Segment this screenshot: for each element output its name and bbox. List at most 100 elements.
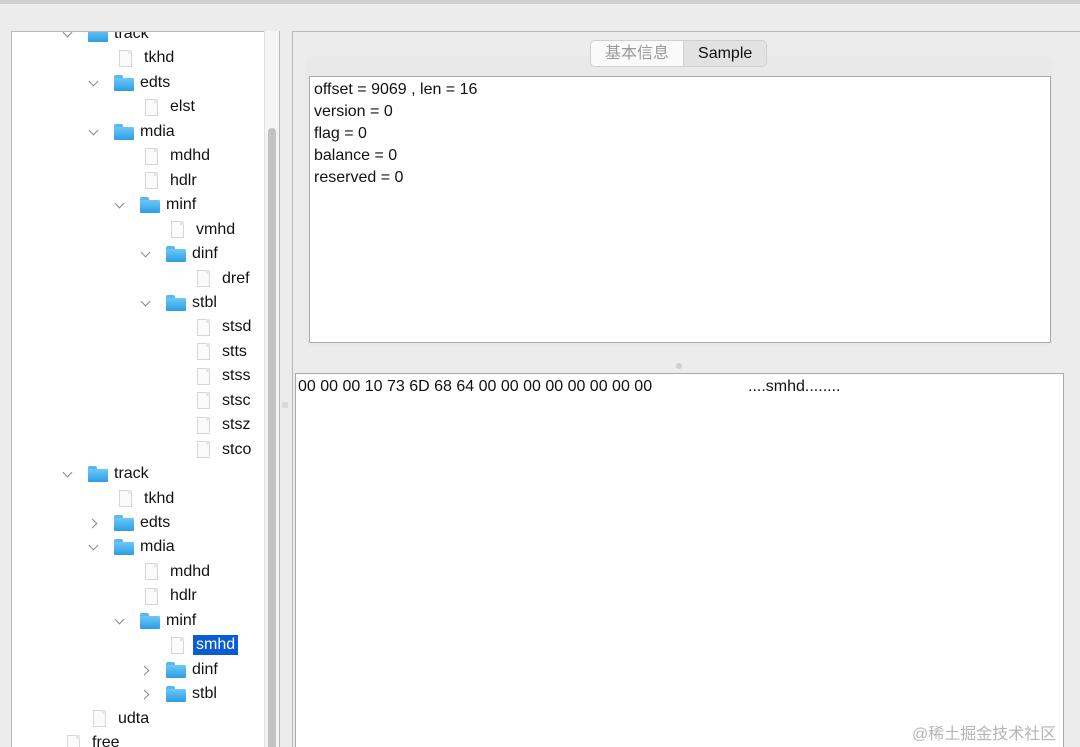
tree-node-label: mdhd bbox=[170, 562, 211, 580]
tree-node-label: mdia bbox=[140, 538, 175, 556]
tree-node[interactable]: mdia bbox=[88, 120, 175, 144]
chevron-down-icon[interactable] bbox=[88, 126, 100, 138]
tree-node[interactable]: dinf bbox=[140, 242, 218, 266]
tree-node[interactable]: stbl bbox=[140, 291, 217, 315]
file-icon bbox=[145, 563, 158, 581]
info-line-flag: flag = 0 bbox=[314, 125, 367, 142]
tree-node[interactable]: elst bbox=[145, 95, 195, 119]
tree-node[interactable]: tkhd bbox=[119, 46, 174, 70]
tree-scrollbar[interactable] bbox=[264, 31, 279, 747]
folder-icon bbox=[88, 32, 108, 42]
chevron-down-icon[interactable] bbox=[88, 77, 100, 89]
chevron-down-icon[interactable] bbox=[88, 541, 100, 553]
folder-icon bbox=[114, 74, 134, 91]
hex-ascii: ....smhd........ bbox=[748, 378, 841, 395]
tree-node[interactable]: track bbox=[62, 32, 149, 46]
file-icon bbox=[145, 147, 158, 165]
tree-node[interactable]: edts bbox=[88, 71, 170, 95]
folder-icon bbox=[166, 686, 186, 703]
tree-node[interactable]: dref bbox=[197, 267, 250, 291]
tree-node-label: dref bbox=[222, 269, 250, 287]
file-icon bbox=[197, 270, 210, 287]
chevron-down-icon[interactable] bbox=[140, 248, 152, 260]
tree-node[interactable]: edts bbox=[88, 511, 170, 535]
app-window: track tkhd edts elst mdia mdhd hdlr minf vmhd din… bbox=[0, 0, 1080, 747]
tab-basic-info[interactable]: 基本信息 bbox=[591, 41, 685, 66]
tree-node[interactable]: stbl bbox=[140, 682, 217, 706]
info-line-reserved: reserved = 0 bbox=[314, 169, 404, 186]
tree-node[interactable]: hdlr bbox=[145, 169, 197, 193]
tree-node[interactable]: smhd bbox=[171, 633, 239, 657]
tree-node-label: dinf bbox=[192, 245, 218, 263]
tree-node-label: stss bbox=[222, 367, 251, 385]
file-icon bbox=[197, 367, 210, 385]
info-line-offset: offset = 9069 , len = 16 bbox=[314, 81, 478, 98]
info-text-area[interactable]: offset = 9069 , len = 16 version = 0 fla… bbox=[309, 76, 1051, 343]
file-icon bbox=[93, 710, 106, 728]
tree-node[interactable]: stsd bbox=[197, 315, 251, 339]
folder-icon bbox=[140, 197, 160, 214]
tree-node[interactable]: tkhd bbox=[119, 487, 174, 511]
tree-node-label: udta bbox=[118, 709, 150, 727]
window-top-border bbox=[0, 0, 1080, 4]
tree-node[interactable]: mdia bbox=[88, 535, 175, 559]
file-icon bbox=[197, 343, 210, 361]
tree-node-label: track bbox=[114, 465, 149, 483]
tree-node-label: stbl bbox=[192, 293, 217, 311]
hex-view[interactable]: 00 00 00 10 73 6D 68 64 00 00 00 00 00 0… bbox=[295, 373, 1064, 747]
tree-node[interactable]: hdlr bbox=[145, 584, 197, 608]
file-icon bbox=[197, 318, 210, 336]
tree-node[interactable]: free bbox=[67, 731, 120, 747]
horizontal-splitter-handle[interactable] bbox=[282, 402, 288, 408]
tree-node-label: edts bbox=[140, 73, 171, 91]
tree-node[interactable]: mdhd bbox=[145, 560, 210, 584]
chevron-down-icon[interactable] bbox=[114, 615, 126, 627]
tree-node[interactable]: stco bbox=[197, 438, 251, 462]
tree-node-label: stco bbox=[222, 440, 252, 458]
tree-node-label: minf bbox=[166, 611, 197, 629]
tree-node-label: stsc bbox=[222, 391, 251, 409]
tree-node-label: elst bbox=[170, 98, 195, 116]
tree-node-label: minf bbox=[166, 196, 197, 214]
chevron-down-icon[interactable] bbox=[62, 32, 74, 40]
tree-node-label: free bbox=[92, 734, 120, 747]
watermark: @稀土掘金技术社区 bbox=[912, 726, 1057, 743]
tree-node[interactable]: stts bbox=[197, 340, 247, 364]
tree-node[interactable]: vmhd bbox=[171, 218, 235, 242]
folder-icon bbox=[166, 294, 186, 311]
tree-node-label: mdhd bbox=[170, 147, 211, 165]
tab-sample[interactable]: Sample bbox=[684, 41, 767, 66]
tree-node[interactable]: mdhd bbox=[145, 144, 210, 168]
tree-node[interactable]: track bbox=[62, 462, 149, 486]
chevron-down-icon[interactable] bbox=[62, 468, 74, 480]
file-icon bbox=[119, 490, 132, 508]
tree-node[interactable]: stsc bbox=[197, 389, 250, 413]
tree-node-label: vmhd bbox=[196, 220, 236, 238]
tree-node[interactable]: stsz bbox=[197, 413, 250, 437]
tree-node[interactable]: minf bbox=[114, 609, 196, 633]
tree-node-label: stts bbox=[222, 342, 247, 360]
chevron-right-icon[interactable] bbox=[140, 664, 152, 676]
tree-node-label: stsz bbox=[222, 416, 251, 434]
tree-node-label: tkhd bbox=[144, 489, 175, 507]
vertical-splitter-handle[interactable] bbox=[676, 363, 682, 369]
file-icon bbox=[197, 416, 210, 434]
tree-node[interactable]: udta bbox=[93, 707, 149, 731]
chevron-right-icon[interactable] bbox=[140, 688, 152, 700]
chevron-down-icon[interactable] bbox=[140, 297, 152, 309]
box-tree-panel[interactable]: track tkhd edts elst mdia mdhd hdlr minf vmhd din… bbox=[11, 31, 280, 747]
folder-icon bbox=[88, 466, 108, 483]
file-icon bbox=[171, 636, 184, 654]
tree-node-label: stsd bbox=[222, 318, 252, 336]
tab-bar: 基本信息 Sample bbox=[590, 40, 768, 67]
tree-node-label: mdia bbox=[140, 122, 175, 140]
chevron-right-icon[interactable] bbox=[88, 517, 100, 529]
hex-bytes: 00 00 00 10 73 6D 68 64 00 00 00 00 00 0… bbox=[298, 378, 653, 395]
chevron-down-icon[interactable] bbox=[114, 199, 126, 211]
file-icon bbox=[197, 392, 210, 410]
tree-node[interactable]: dinf bbox=[140, 658, 218, 682]
tree-scrollbar-thumb[interactable] bbox=[268, 128, 276, 747]
folder-icon bbox=[114, 515, 134, 531]
tree-node[interactable]: stss bbox=[197, 364, 250, 388]
tree-node[interactable]: minf bbox=[114, 193, 196, 217]
